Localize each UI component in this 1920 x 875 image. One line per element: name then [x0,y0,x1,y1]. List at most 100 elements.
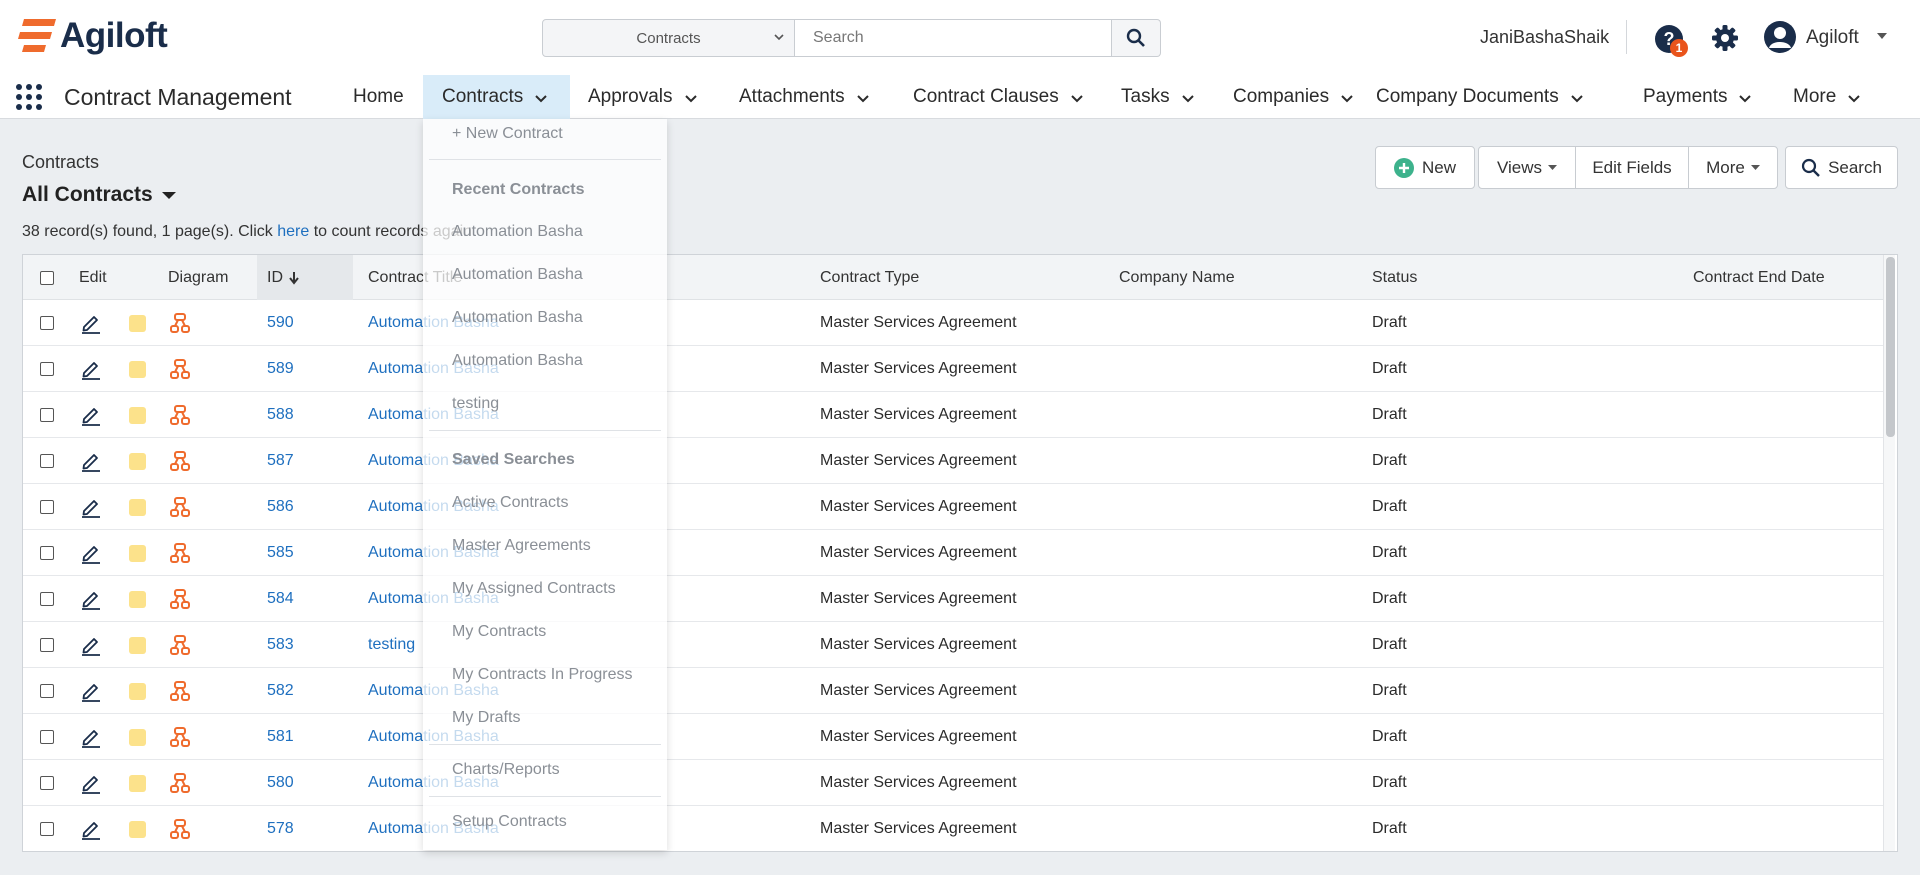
table-row[interactable]: 582Automation BashaMaster Services Agree… [23,668,1883,714]
record-id-link[interactable]: 585 [267,530,294,576]
menu-saved-item[interactable]: My Contracts In Progress [452,666,633,684]
note-indicator-icon[interactable] [129,438,146,484]
checkbox[interactable] [40,362,54,376]
note-indicator-icon[interactable] [129,760,146,806]
vertical-scrollbar[interactable] [1883,255,1895,851]
edit-record-button[interactable] [80,760,102,806]
col-status[interactable]: Status [1372,255,1417,300]
row-checkbox[interactable] [40,484,54,530]
menu-new-contract[interactable]: + New Contract [452,125,563,143]
menu-recent-item[interactable]: Automation Basha [452,223,583,241]
workflow-diagram-button[interactable] [169,392,191,438]
nav-more[interactable]: More [1793,75,1862,119]
note-indicator-icon[interactable] [129,668,146,714]
nav-contracts[interactable]: Contracts [423,75,570,119]
checkbox[interactable] [40,316,54,330]
user-name[interactable]: JaniBashaShaik [1480,27,1609,48]
note-indicator-icon[interactable] [129,392,146,438]
workflow-diagram-button[interactable] [169,484,191,530]
row-checkbox[interactable] [40,668,54,714]
table-row[interactable]: 585Automation BashaMaster Services Agree… [23,530,1883,576]
row-checkbox[interactable] [40,714,54,760]
record-id-link[interactable]: 578 [267,806,294,851]
note-indicator-icon[interactable] [129,806,146,851]
nav-home[interactable]: Home [353,75,404,119]
edit-record-button[interactable] [80,300,102,346]
workflow-diagram-button[interactable] [169,438,191,484]
workflow-diagram-button[interactable] [169,622,191,668]
row-checkbox[interactable] [40,438,54,484]
select-all-checkbox[interactable] [40,255,54,300]
table-row[interactable]: 581Automation BashaMaster Services Agree… [23,714,1883,760]
table-row[interactable]: 580Automation BashaMaster Services Agree… [23,760,1883,806]
search-records-button[interactable]: Search [1786,147,1897,188]
record-id-link[interactable]: 580 [267,760,294,806]
note-indicator-icon[interactable] [129,300,146,346]
menu-recent-item[interactable]: testing [452,395,499,413]
checkbox[interactable] [40,684,54,698]
checkbox[interactable] [40,500,54,514]
search-scope-select[interactable]: Contracts [542,19,795,57]
col-contract-end-date[interactable]: Contract End Date [1693,255,1825,300]
new-button[interactable]: New [1376,147,1474,188]
menu-saved-item[interactable]: Master Agreements [452,537,591,555]
menu-saved-item[interactable]: My Assigned Contracts [452,580,616,598]
account-menu-label[interactable]: Agiloft [1806,27,1859,49]
workflow-diagram-button[interactable] [169,668,191,714]
menu-recent-item[interactable]: Automation Basha [452,352,583,370]
col-id[interactable]: ID [257,255,353,300]
note-indicator-icon[interactable] [129,576,146,622]
table-row[interactable]: 588Automation BashaMaster Services Agree… [23,392,1883,438]
row-checkbox[interactable] [40,392,54,438]
edit-record-button[interactable] [80,346,102,392]
row-checkbox[interactable] [40,530,54,576]
table-row[interactable]: 583 testing Master Services Agreement Draft [23,622,1883,668]
edit-record-button[interactable] [80,530,102,576]
contract-title-link[interactable]: testing [368,622,415,668]
row-checkbox[interactable] [40,806,54,851]
col-contract-type[interactable]: Contract Type [820,255,919,300]
edit-record-button[interactable] [80,392,102,438]
note-indicator-icon[interactable] [129,714,146,760]
edit-record-button[interactable] [80,438,102,484]
checkbox[interactable] [40,638,54,652]
more-button[interactable]: More [1688,147,1777,188]
menu-saved-item[interactable]: My Drafts [452,709,520,727]
user-avatar-icon[interactable] [1763,20,1797,54]
note-indicator-icon[interactable] [129,346,146,392]
edit-record-button[interactable] [80,714,102,760]
checkbox[interactable] [40,730,54,744]
record-id-link[interactable]: 583 [267,622,294,668]
checkbox[interactable] [40,270,54,285]
table-row[interactable]: 589 Automation Basha Master Services Agree… [23,346,1883,392]
checkbox[interactable] [40,454,54,468]
count-records-link[interactable]: here [277,223,309,240]
workflow-diagram-button[interactable] [169,806,191,851]
table-row[interactable]: 590 Automation Basha Master Services Agree… [23,300,1883,346]
note-indicator-icon[interactable] [129,484,146,530]
search-button[interactable] [1112,19,1161,57]
edit-record-button[interactable] [80,668,102,714]
workflow-diagram-button[interactable] [169,530,191,576]
views-button[interactable]: Views [1479,147,1575,188]
row-checkbox[interactable] [40,622,54,668]
record-id-link[interactable]: 584 [267,576,294,622]
record-id-link[interactable]: 581 [267,714,294,760]
nav-tasks[interactable]: Tasks [1121,75,1196,119]
record-id-link[interactable]: 586 [267,484,294,530]
menu-charts-reports[interactable]: Charts/Reports [452,761,560,779]
edit-fields-button[interactable]: Edit Fields [1575,147,1688,188]
workflow-diagram-button[interactable] [169,300,191,346]
table-row[interactable]: 578Automation BashaMaster Services Agree… [23,806,1883,851]
menu-saved-item[interactable]: Active Contracts [452,494,568,512]
menu-setup-contracts[interactable]: Setup Contracts [452,813,567,831]
search-input[interactable] [795,19,1112,57]
workflow-diagram-button[interactable] [169,714,191,760]
checkbox[interactable] [40,546,54,560]
record-id-link[interactable]: 589 [267,346,294,392]
col-company-name[interactable]: Company Name [1119,255,1235,300]
edit-record-button[interactable] [80,484,102,530]
note-indicator-icon[interactable] [129,530,146,576]
breadcrumb[interactable]: Contracts [22,152,99,173]
menu-saved-item[interactable]: My Contracts [452,623,546,641]
